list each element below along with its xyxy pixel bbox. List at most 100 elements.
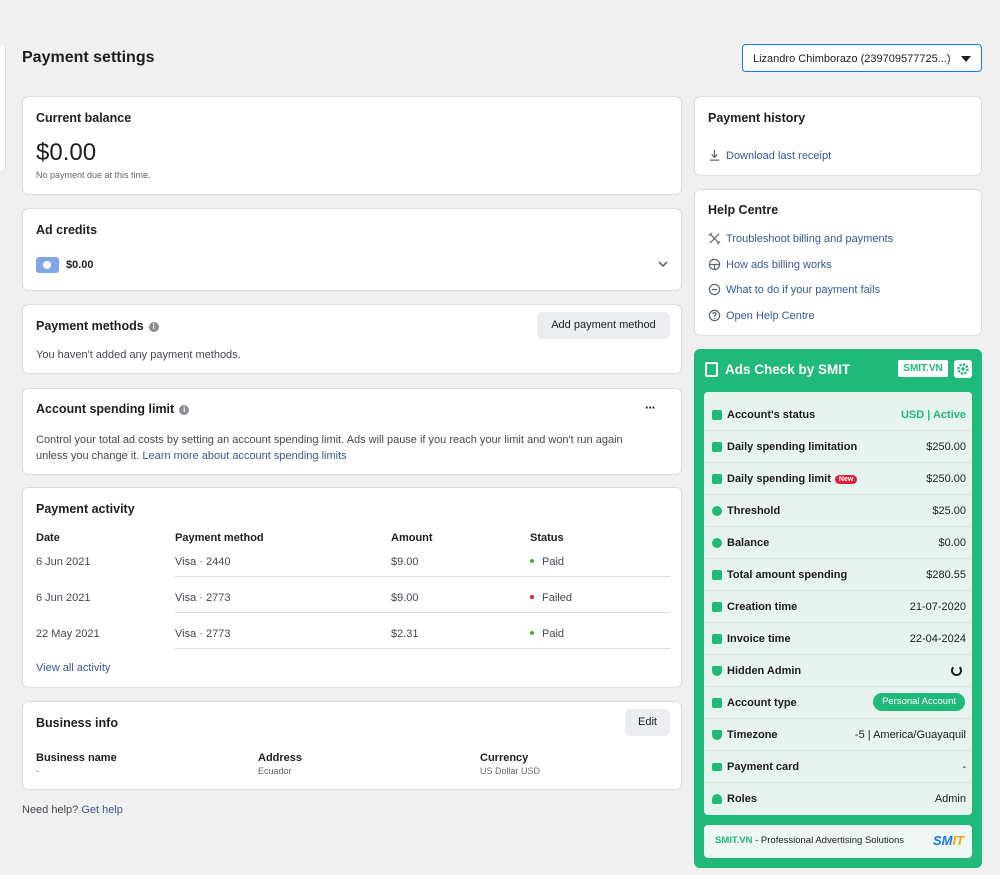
id-card-icon	[712, 698, 722, 708]
row-status-text: Paid	[542, 628, 565, 640]
info-icon[interactable]: i	[179, 405, 190, 415]
current-balance-card: Current balance $0.00 No payment due at …	[22, 96, 682, 195]
payment-methods-empty: You haven't added any payment methods.	[36, 349, 241, 361]
smit-row-label: Creation time	[727, 601, 798, 613]
smit-row-timezone: Timezone -5 | America/Guayaquil	[704, 719, 972, 751]
more-options-icon[interactable]: ···	[645, 400, 656, 415]
smit-row-roles: Roles Admin	[704, 783, 972, 815]
left-panel-edge	[0, 45, 6, 170]
payment-history-card: Payment history Download last receipt	[694, 96, 982, 176]
help-link-text: Troubleshoot billing and payments	[726, 233, 894, 245]
smit-logo: SMIT	[932, 833, 964, 848]
smit-row-value: $0.00	[938, 537, 966, 549]
smit-row-label: Daily spending limit New	[727, 473, 858, 485]
smit-row-value: -	[962, 761, 966, 773]
help-centre-title: Help Centre	[708, 203, 779, 217]
spending-limit-title-text: Account spending limit	[36, 402, 175, 416]
shield-icon	[712, 666, 722, 676]
smit-row-label: Roles	[727, 793, 757, 805]
cash-icon	[712, 442, 722, 452]
smit-row-value: 22-04-2024	[909, 633, 966, 645]
help-link-text: How ads billing works	[726, 259, 832, 271]
smit-row-threshold: Threshold $25.00	[704, 495, 972, 527]
user-gear-icon	[712, 794, 722, 804]
current-balance-title: Current balance	[36, 111, 132, 125]
payment-methods-title-text: Payment methods	[36, 319, 144, 333]
smit-row-payment-card: Payment card -	[704, 751, 972, 783]
smit-row-label-text: Daily spending limit	[727, 473, 831, 485]
row-status-text: Paid	[542, 556, 565, 568]
account-selector-value: Lizandro Chimborazo (239709577725...)	[753, 53, 951, 65]
payment-methods-card: Payment methods i Add payment method You …	[22, 304, 682, 374]
account-selector[interactable]: Lizandro Chimborazo (239709577725...)	[742, 44, 982, 72]
address-label: Address	[258, 752, 303, 764]
row-date: 6 Jun 2021	[36, 592, 91, 604]
loading-spinner-icon	[951, 665, 962, 676]
receipt-icon	[712, 570, 722, 580]
info-icon[interactable]: i	[148, 322, 159, 332]
row-status-text: Failed	[542, 592, 572, 604]
balance-amount: $0.00	[36, 139, 97, 166]
smit-row-label: Timezone	[727, 729, 778, 741]
trend-icon	[712, 506, 722, 516]
spending-limit-description: Control your total ad costs by setting a…	[36, 432, 656, 464]
smit-row-daily-limit: Daily spending limit New $250.00	[704, 463, 972, 495]
help-link-text: Open Help Centre	[726, 310, 815, 322]
help-link-open-help-centre[interactable]: Open Help Centre	[708, 309, 815, 322]
view-all-activity-link[interactable]: View all activity	[36, 662, 110, 674]
question-circle-icon	[708, 309, 721, 322]
dollar-icon	[712, 538, 722, 548]
smit-row-value: $250.00	[926, 473, 966, 485]
row-status: Paid	[530, 556, 564, 568]
smit-row-value: $250.00	[926, 441, 966, 453]
ad-credits-card[interactable]: Ad credits $0.00	[22, 208, 682, 291]
help-link-payment-fails[interactable]: What to do if your payment fails	[708, 283, 880, 296]
row-method: Visa · 2773	[175, 628, 231, 640]
account-type-pill: Personal Account	[873, 693, 965, 711]
calendar-check-icon	[712, 634, 722, 644]
smit-badge[interactable]: SMIT.VN	[898, 360, 948, 377]
shield-clock-icon	[712, 730, 722, 740]
currency-value: US Dollar USD	[480, 766, 541, 776]
row-date: 6 Jun 2021	[36, 556, 91, 568]
row-divider	[175, 648, 670, 649]
column-header-status: Status	[530, 532, 564, 544]
spending-limit-title: Account spending limit i	[36, 402, 190, 416]
smit-row-label: Total amount spending	[727, 569, 848, 581]
smit-row-value: 21-07-2020	[909, 601, 966, 613]
smit-row-label: Account type	[727, 697, 797, 709]
status-dot	[530, 559, 534, 563]
gear-icon[interactable]	[954, 360, 972, 378]
need-help-text: Need help?	[22, 804, 79, 816]
spending-limit-learn-more-link[interactable]: Learn more about account spending limits	[142, 450, 346, 462]
row-amount: $9.00	[391, 556, 419, 568]
row-divider	[175, 576, 670, 577]
help-centre-card: Help Centre Troubleshoot billing and pay…	[694, 189, 982, 336]
help-link-troubleshoot[interactable]: Troubleshoot billing and payments	[708, 232, 893, 245]
chevron-down-icon[interactable]	[657, 259, 669, 269]
payment-history-title: Payment history	[708, 111, 806, 125]
column-header-date: Date	[36, 532, 60, 544]
column-header-amount: Amount	[391, 532, 433, 544]
download-receipt-link[interactable]: Download last receipt	[708, 149, 831, 162]
currency-label: Currency	[480, 752, 529, 764]
help-link-billing-works[interactable]: How ads billing works	[708, 258, 832, 271]
smit-row-label: Balance	[727, 537, 770, 549]
row-divider	[175, 612, 670, 613]
add-payment-method-button[interactable]: Add payment method	[537, 312, 670, 339]
caret-down-icon	[961, 56, 971, 62]
edit-business-button[interactable]: Edit	[625, 709, 670, 736]
row-method: Visa · 2440	[175, 556, 231, 568]
smit-footer[interactable]: SMIT.VN - Professional Advertising Solut…	[704, 825, 972, 858]
status-dot	[530, 631, 534, 635]
help-link-text: What to do if your payment fails	[726, 284, 881, 296]
tools-icon	[708, 232, 721, 245]
smit-info-list: Account's status USD | Active Daily spen…	[704, 392, 972, 815]
ad-credits-amount: $0.00	[66, 259, 94, 271]
smit-row-label: Payment card	[727, 761, 800, 773]
steering-wheel-icon	[708, 258, 721, 271]
smit-row-account-type: Account type Personal Account	[704, 687, 972, 719]
get-help-link[interactable]: Get help	[81, 804, 123, 816]
business-info-title: Business info	[36, 716, 118, 730]
business-name-value: -	[36, 766, 39, 776]
